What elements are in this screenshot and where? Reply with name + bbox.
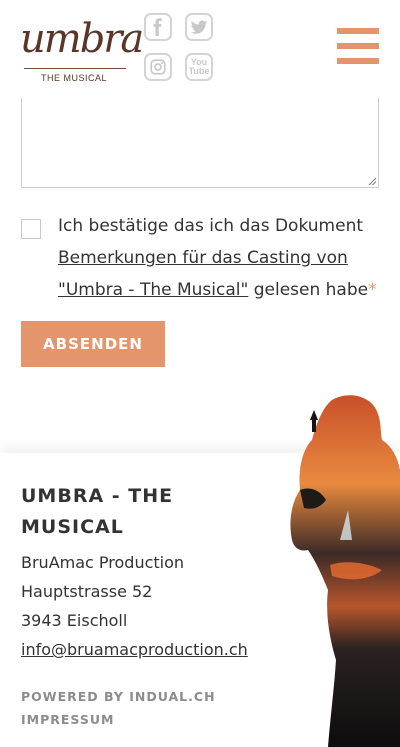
site-logo[interactable]: umbra THE MUSICAL xyxy=(20,10,144,90)
logo-divider xyxy=(24,68,126,69)
facebook-icon[interactable] xyxy=(144,13,172,41)
youtube-icon-text-bottom: Tube xyxy=(188,66,210,76)
footer-email-link[interactable]: info@bruamacproduction.ch xyxy=(21,640,248,659)
hamburger-menu-icon[interactable] xyxy=(337,26,379,66)
message-textarea[interactable] xyxy=(21,98,379,188)
resize-grip-icon[interactable] xyxy=(367,176,377,186)
required-asterisk: * xyxy=(368,280,377,300)
impressum-link[interactable]: IMPRESSUM xyxy=(21,712,114,727)
footer-city: 3943 Eischoll xyxy=(21,611,128,630)
youtube-icon[interactable]: You Tube xyxy=(185,53,213,81)
site-header: umbra THE MUSICAL You Tube xyxy=(0,0,400,98)
footer-street: Hauptstrasse 52 xyxy=(21,582,153,601)
twitter-icon[interactable] xyxy=(185,13,213,41)
consent-checkbox[interactable] xyxy=(21,219,41,239)
consent-text-prefix: Ich bestätige das ich das Dokument xyxy=(58,216,364,236)
submit-button[interactable]: ABSENDEN xyxy=(21,321,165,367)
consent-text-suffix: gelesen habe xyxy=(248,280,369,300)
powered-by-link[interactable]: POWERED BY INDUAL.CH xyxy=(21,689,216,704)
silhouette-figure-image xyxy=(290,395,400,747)
instagram-icon[interactable] xyxy=(144,53,172,81)
consent-label: Ich bestätige das ich das Dokument Bemer… xyxy=(58,210,383,306)
logo-subtitle: THE MUSICAL xyxy=(40,73,107,83)
footer-company: BruAmac Production xyxy=(21,553,185,572)
logo-wordmark: umbra xyxy=(20,16,144,62)
footer-title: UMBRA - THE MUSICAL xyxy=(21,485,174,538)
